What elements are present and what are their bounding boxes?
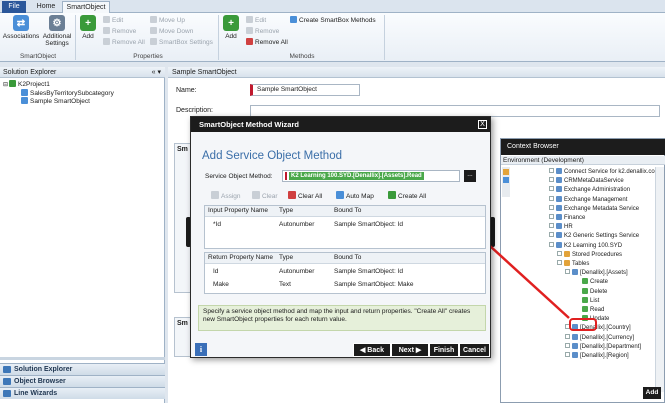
finish-button[interactable]: Finish [429,343,459,357]
create-all-icon [388,191,396,199]
help-text: Specify a service object method and map … [198,305,486,331]
cancel-button[interactable]: Cancel [459,343,490,357]
clear-all-button[interactable]: Clear All [288,191,322,202]
next-button[interactable]: Next ▶ [391,343,429,357]
column-header: Return Property Name [208,254,274,261]
input-properties-grid: Input Property Name Type Bound To *Id Au… [204,205,486,249]
browse-button[interactable]: ... [464,170,476,182]
return-properties-grid: Return Property Name Type Bound To Id Au… [204,252,486,294]
create-all-label: Create All [398,193,427,200]
assign-button[interactable]: Assign [211,191,241,202]
table-cell: Make [213,281,229,288]
next-icon: ▶ [413,347,422,354]
service-object-method-value: K2 Learning 100.SYD.[Denallix].[Assets].… [289,172,424,180]
table-cell: Autonumber [279,221,315,228]
table-cell: *Id [213,221,221,228]
clear-all-icon [288,191,296,199]
next-label: Next [398,347,414,354]
table-row[interactable]: Id Autonumber Sample SmartObject: Id [205,267,485,278]
column-header: Type [279,207,294,214]
create-all-button[interactable]: Create All [388,191,426,202]
info-icon[interactable]: i [195,343,207,356]
table-cell: Autonumber [279,268,315,275]
column-header: Type [279,254,294,261]
auto-map-label: Auto Map [346,193,374,200]
service-object-method-label: Service Object Method: [205,173,273,180]
table-cell: Sample SmartObject: Id [334,268,403,275]
clear-all-label: Clear All [298,193,323,200]
back-button[interactable]: ◀ Back [353,343,391,357]
table-cell: Text [279,281,291,288]
auto-map-icon [336,191,344,199]
column-header: Input Property Name [208,207,268,214]
auto-map-button[interactable]: Auto Map [336,191,374,202]
assign-label: Assign [221,193,241,200]
service-object-method-field[interactable]: K2 Learning 100.SYD.[Denallix].[Assets].… [282,170,460,182]
close-icon[interactable]: X [478,120,487,129]
return-grid-header: Return Property Name Type Bound To [205,253,485,264]
table-row[interactable]: *Id Autonumber Sample SmartObject: Id [205,220,485,231]
clear-icon [252,191,260,199]
table-cell: Sample SmartObject: Id [334,221,403,228]
clear-label: Clear [262,193,278,200]
table-row[interactable]: Make Text Sample SmartObject: Make [205,280,485,291]
table-cell: Sample SmartObject: Make [334,281,414,288]
input-grid-header: Input Property Name Type Bound To [205,206,485,217]
assign-icon [211,191,219,199]
method-wizard-dialog: SmartObject Method Wizard X Add Service … [190,116,491,358]
table-cell: Id [213,268,219,275]
column-header: Bound To [334,254,362,261]
clear-button[interactable]: Clear [252,191,278,202]
dialog-title: SmartObject Method Wizard [191,117,490,132]
dialog-heading: Add Service Object Method [202,150,342,162]
column-header: Bound To [334,207,362,214]
required-marker [285,172,287,180]
back-label: Back [367,347,385,354]
